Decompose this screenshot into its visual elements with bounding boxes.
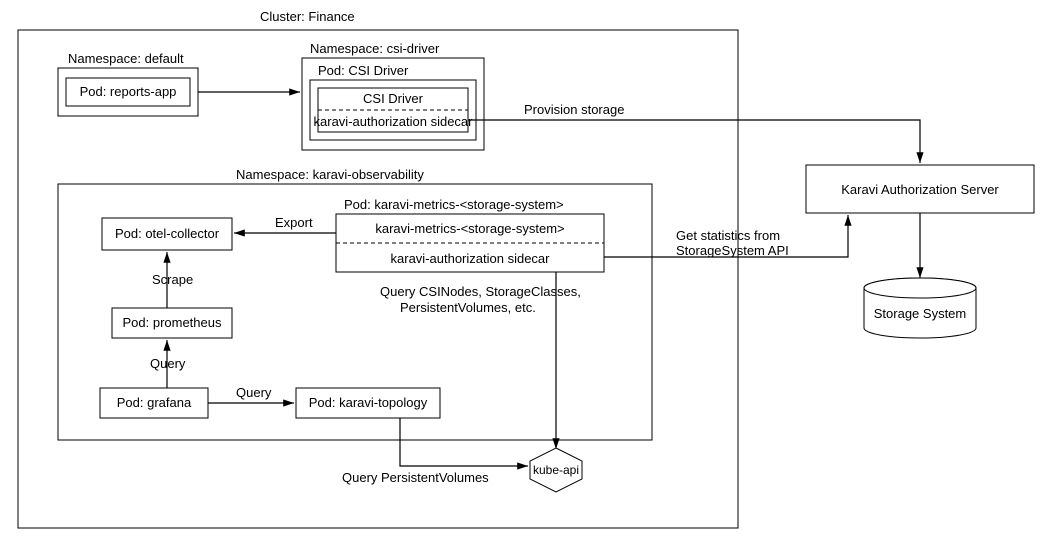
label-csinodes-l2: PersistentVolumes, etc.	[400, 300, 536, 315]
label-provision: Provision storage	[524, 102, 624, 117]
label-export: Export	[275, 215, 313, 230]
architecture-diagram: Cluster: Finance Namespace: default Pod:…	[0, 0, 1057, 542]
label-scrape: Scrape	[152, 272, 193, 287]
label-query-pv: Query PersistentVolumes	[342, 470, 489, 485]
pod-otel-label: Pod: otel-collector	[115, 226, 220, 241]
kube-api-label: kube-api	[533, 463, 579, 477]
cluster-title: Cluster: Finance	[260, 9, 355, 24]
csi-sidecar-label: karavi-authorization sidecar	[314, 114, 474, 129]
label-get-stats-l1: Get statistics from	[676, 228, 780, 243]
pod-grafana-label: Pod: grafana	[117, 395, 192, 410]
label-csinodes-l1: Query CSINodes, StorageClasses,	[380, 284, 581, 299]
ns-default-title: Namespace: default	[68, 51, 184, 66]
metrics-sidecar-label: karavi-authorization sidecar	[391, 251, 551, 266]
auth-server-label: Karavi Authorization Server	[841, 182, 999, 197]
label-query2: Query	[236, 385, 272, 400]
csi-driver-label: CSI Driver	[363, 91, 424, 106]
storage-system-label: Storage System	[874, 306, 967, 321]
pod-topology-label: Pod: karavi-topology	[309, 395, 428, 410]
ns-obs-title: Namespace: karavi-observability	[236, 167, 424, 182]
label-get-stats-l2: StorageSystem API	[676, 243, 789, 258]
metrics-top-label: karavi-metrics-<storage-system>	[375, 221, 564, 236]
pod-reports-app-label: Pod: reports-app	[80, 84, 177, 99]
ns-csi-title: Namespace: csi-driver	[310, 41, 440, 56]
pod-csi-driver-title: Pod: CSI Driver	[318, 63, 409, 78]
pod-prometheus-label: Pod: prometheus	[122, 315, 222, 330]
pod-metrics-title: Pod: karavi-metrics-<storage-system>	[344, 197, 564, 212]
label-query1: Query	[150, 356, 186, 371]
